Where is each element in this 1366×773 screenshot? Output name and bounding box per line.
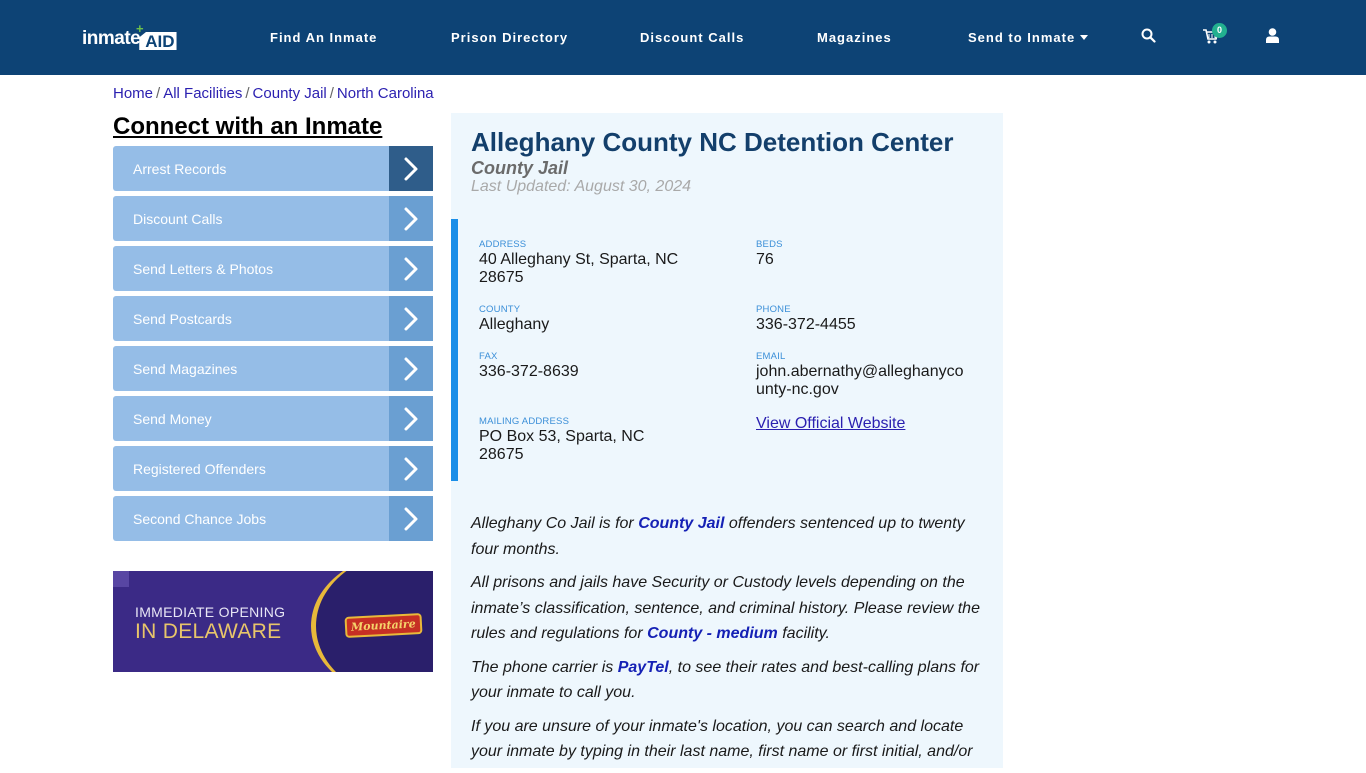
field-label: PHONE bbox=[756, 304, 791, 315]
facility-type: County Jail bbox=[471, 158, 569, 178]
nav-magazines[interactable]: Magazines bbox=[817, 30, 892, 45]
last-updated: Last Updated: August 30, 2024 bbox=[471, 178, 692, 195]
facility-description: Alleghany Co Jail is for County Jail off… bbox=[471, 511, 986, 773]
description-paragraph: The phone carrier is PayTel, to see thei… bbox=[471, 655, 986, 706]
sidebar-item-label: Registered Offenders bbox=[133, 460, 266, 477]
chevron-right-icon bbox=[389, 196, 433, 241]
breadcrumb-separator: / bbox=[329, 85, 334, 102]
field-value: 336-372-8639 bbox=[479, 363, 579, 380]
sidebar-item-send-magazines[interactable]: Send Magazines bbox=[113, 346, 433, 391]
nav-find-an-inmate[interactable]: Find An Inmate bbox=[270, 30, 377, 45]
official-website-link[interactable]: View Official Website bbox=[756, 415, 905, 433]
sidebar-item-registered-offenders[interactable]: Registered Offenders bbox=[113, 446, 433, 491]
breadcrumb-county-jail[interactable]: County Jail bbox=[253, 85, 327, 102]
field-label: ADDRESS bbox=[479, 239, 527, 250]
sidebar-item-send-money[interactable]: Send Money bbox=[113, 396, 433, 441]
caret-down-icon bbox=[1080, 35, 1089, 40]
breadcrumb: Home / All Facilities / County Jail / North Ca… bbox=[113, 85, 434, 102]
sidebar-menu: Arrest Records Discount Calls Send Lette… bbox=[113, 146, 433, 546]
field-label: BEDS bbox=[756, 239, 783, 250]
chevron-right-icon bbox=[389, 246, 433, 291]
sidebar-item-arrest-records[interactable]: Arrest Records bbox=[113, 146, 433, 191]
text: facility. bbox=[777, 625, 830, 642]
description-paragraph: All prisons and jails have Security or C… bbox=[471, 570, 986, 647]
chevron-right-icon bbox=[389, 296, 433, 341]
chevron-right-icon bbox=[389, 396, 433, 441]
chevron-right-icon bbox=[389, 496, 433, 541]
chevron-right-icon bbox=[389, 446, 433, 491]
field-beds: BEDS 76 bbox=[756, 239, 976, 269]
sidebar-item-label: Second Chance Jobs bbox=[133, 510, 267, 527]
description-paragraph: If you are unsure of your inmate's locat… bbox=[471, 717, 973, 761]
sidebar-item-label: Send Money bbox=[133, 410, 212, 427]
cart-count-badge: 0 bbox=[1212, 23, 1227, 38]
field-address: ADDRESS 40 Alleghany St, Sparta, NC 2867… bbox=[479, 239, 699, 287]
ad-line-1: IMMEDIATE OPENING bbox=[135, 604, 286, 620]
field-value: 40 Alleghany St, Sparta, NC 28675 bbox=[479, 251, 679, 286]
nav-send-to-inmate-label: Send to Inmate bbox=[968, 30, 1076, 45]
nav-prison-directory[interactable]: Prison Directory bbox=[451, 30, 568, 45]
description-paragraph: Alleghany Co Jail is for County Jail off… bbox=[471, 511, 986, 562]
field-label: FAX bbox=[479, 351, 498, 362]
field-mailing-address: MAILING ADDRESS PO Box 53, Sparta, NC 28… bbox=[479, 416, 679, 464]
field-label: EMAIL bbox=[756, 351, 786, 362]
logo-accent: AID bbox=[139, 32, 177, 50]
logo[interactable]: inmate AID + bbox=[82, 21, 177, 50]
facility-title: Alleghany County NC Detention Center bbox=[471, 127, 954, 157]
field-phone: PHONE 336-372-4455 bbox=[756, 304, 976, 334]
phone-carrier-link[interactable]: PayTel bbox=[618, 659, 669, 676]
user-icon[interactable] bbox=[1266, 28, 1279, 48]
breadcrumb-separator: / bbox=[156, 85, 161, 102]
chevron-right-icon bbox=[389, 146, 433, 191]
sidebar-item-second-chance-jobs[interactable]: Second Chance Jobs bbox=[113, 496, 433, 541]
sidebar-item-label: Send Magazines bbox=[133, 360, 238, 377]
county-jail-link[interactable]: County Jail bbox=[638, 515, 724, 532]
sidebar-item-label: Discount Calls bbox=[133, 210, 223, 227]
ad-brand-logo: Mountaire bbox=[344, 613, 423, 638]
ad-line-2: IN DELAWARE bbox=[135, 620, 282, 643]
field-value: 76 bbox=[756, 251, 774, 268]
ad-decor-square bbox=[113, 571, 129, 587]
chevron-right-icon bbox=[389, 346, 433, 391]
search-icon[interactable] bbox=[1141, 28, 1156, 48]
breadcrumb-separator: / bbox=[245, 85, 250, 102]
sidebar-item-label: Send Letters & Photos bbox=[133, 260, 274, 277]
nav-send-to-inmate[interactable]: Send to Inmate bbox=[968, 30, 1089, 45]
sidebar-item-label: Arrest Records bbox=[133, 160, 227, 177]
facility-info-card: ADDRESS 40 Alleghany St, Sparta, NC 2867… bbox=[451, 219, 1003, 481]
breadcrumb-all-facilities[interactable]: All Facilities bbox=[163, 85, 242, 102]
field-fax: FAX 336-372-8639 bbox=[479, 351, 699, 381]
field-value: Alleghany bbox=[479, 316, 550, 333]
text: Alleghany Co Jail is for bbox=[471, 515, 639, 532]
field-label: COUNTY bbox=[479, 304, 521, 315]
sidebar-title: Connect with an Inmate bbox=[113, 113, 383, 140]
text: The phone carrier is bbox=[471, 658, 618, 676]
logo-plus-icon: + bbox=[136, 21, 144, 36]
breadcrumb-north-carolina[interactable]: North Carolina bbox=[337, 85, 434, 102]
field-county: COUNTY Alleghany bbox=[479, 304, 699, 334]
sidebar-item-send-letters-photos[interactable]: Send Letters & Photos bbox=[113, 246, 433, 291]
field-value: PO Box 53, Sparta, NC 28675 bbox=[479, 428, 645, 463]
field-value: 336-372-4455 bbox=[756, 316, 856, 333]
breadcrumb-home[interactable]: Home bbox=[113, 85, 153, 102]
field-value[interactable]: john.abernathy@alleghanycounty-nc.gov bbox=[756, 363, 971, 399]
logo-text: inmate bbox=[82, 28, 141, 49]
sidebar-item-label: Send Postcards bbox=[133, 310, 232, 327]
field-label: MAILING ADDRESS bbox=[479, 416, 570, 427]
security-level-link[interactable]: County - medium bbox=[647, 625, 778, 642]
field-email: EMAIL john.abernathy@alleghanycounty-nc.… bbox=[756, 351, 971, 399]
site-header: inmate AID + Find An Inmate Prison Direc… bbox=[0, 0, 1366, 75]
sidebar-item-send-postcards[interactable]: Send Postcards bbox=[113, 296, 433, 341]
nav-discount-calls[interactable]: Discount Calls bbox=[640, 30, 744, 45]
facility-panel: Alleghany County NC Detention Center Cou… bbox=[451, 113, 1003, 768]
job-ad-banner[interactable]: IMMEDIATE OPENING IN DELAWARE Mountaire bbox=[113, 571, 433, 672]
sidebar-item-discount-calls[interactable]: Discount Calls bbox=[113, 196, 433, 241]
